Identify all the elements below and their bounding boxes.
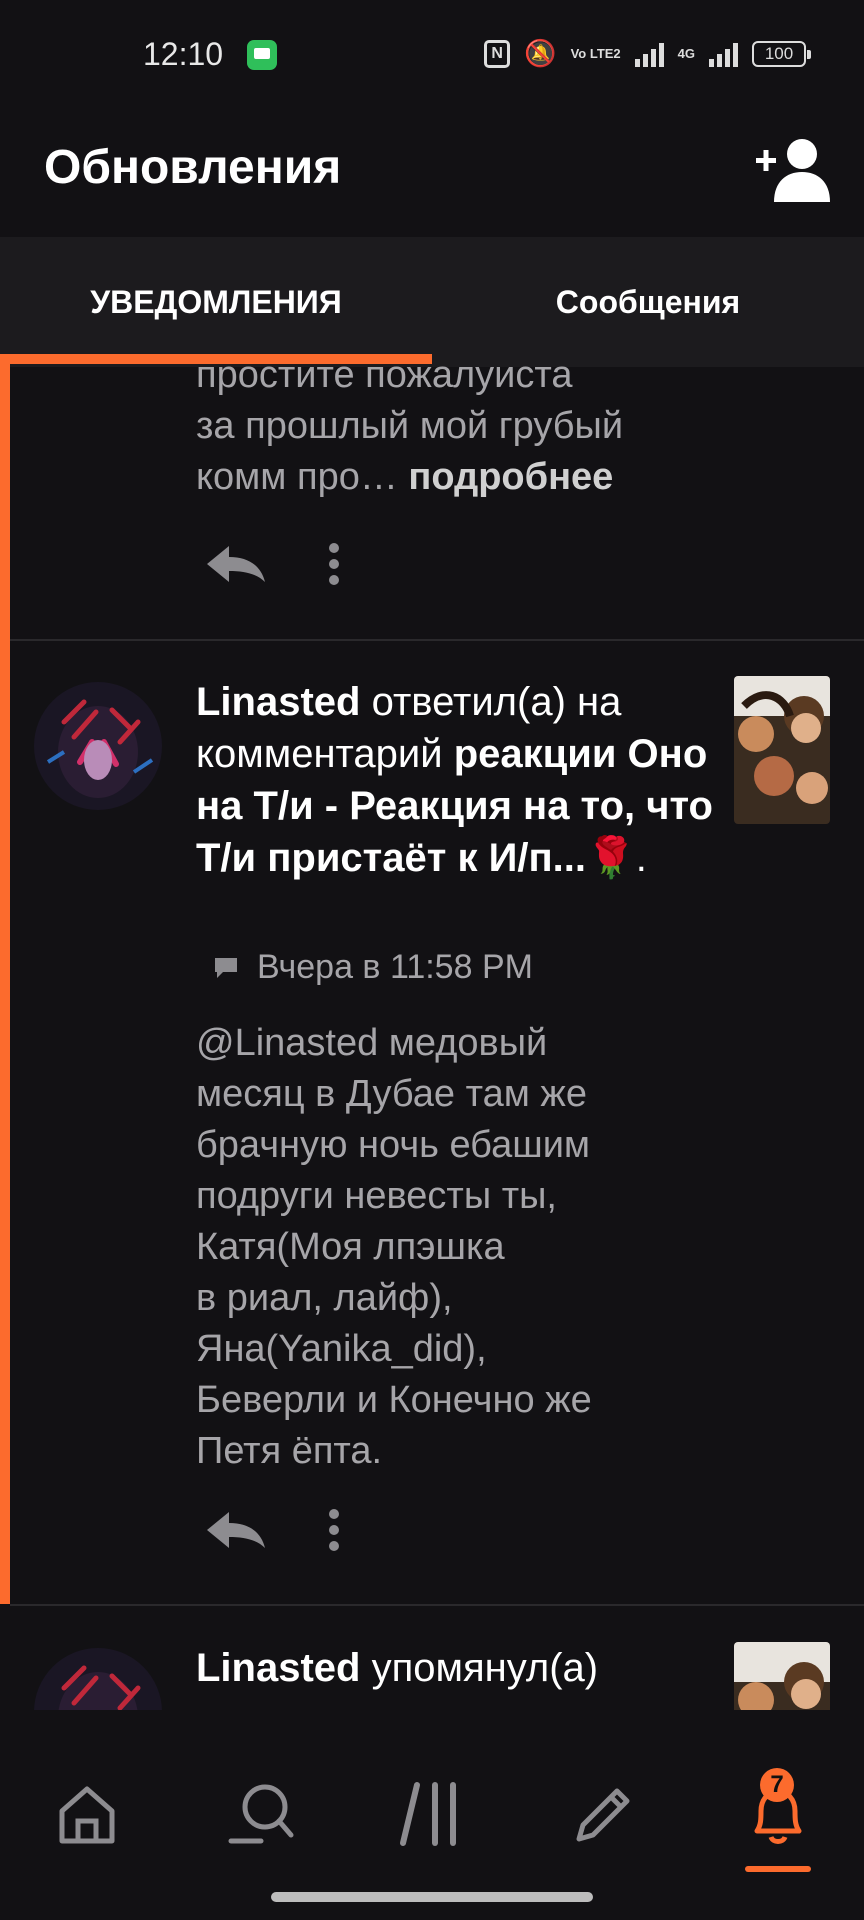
notification-headline[interactable]: Linasted упомянул(а) <box>196 1642 716 1694</box>
action-text: упомянул(а) <box>371 1646 599 1690</box>
app-header: Обновления <box>0 110 864 237</box>
gesture-home-bar[interactable] <box>271 1892 593 1902</box>
battery-icon: 100 <box>752 40 811 67</box>
text-line: за прошлый мой грубый <box>196 405 624 447</box>
divider <box>10 639 864 641</box>
comment-text[interactable]: @Linasted медовый месяц в Дубае там же б… <box>196 1018 592 1477</box>
divider <box>10 1604 864 1606</box>
comment-line: Петя ёпта. <box>196 1430 383 1472</box>
comment-line: подруги невесты ты, <box>196 1175 557 1217</box>
unread-accent-bar <box>0 364 10 1604</box>
comment-line: Яна(Yanika_did), <box>196 1328 487 1370</box>
pencil-icon <box>576 1788 630 1842</box>
search-icon <box>228 1784 294 1844</box>
story-cover-thumbnail[interactable] <box>734 1642 830 1710</box>
item-actions <box>205 542 341 586</box>
text-line: комм про… <box>196 456 398 498</box>
nav-search[interactable] <box>214 1766 310 1862</box>
comment-icon <box>215 957 237 978</box>
avatar[interactable] <box>34 682 162 810</box>
network-type: 4G <box>677 46 695 61</box>
tab-bar: УВЕДОМЛЕНИЯ Сообщения <box>0 237 864 367</box>
nav-library[interactable] <box>384 1766 480 1862</box>
messages-app-icon <box>247 40 277 70</box>
status-icons: N 🔕 Vo LTE2 4G 100 <box>484 38 811 69</box>
nfc-icon: N <box>484 39 511 68</box>
active-nav-indicator <box>745 1866 811 1872</box>
active-tab-indicator <box>0 354 432 364</box>
notification-text: простите пожалуиста за прошлый мой грубы… <box>196 364 623 503</box>
more-options-icon[interactable] <box>327 542 341 586</box>
story-cover-thumbnail[interactable] <box>734 676 830 824</box>
tab-messages[interactable]: Сообщения <box>432 237 864 367</box>
notification-headline[interactable]: Linasted ответил(а) на комментарий реакц… <box>196 676 716 884</box>
comment-line: брачную ночь ебашим <box>196 1124 591 1166</box>
user-name[interactable]: Linasted <box>196 1646 360 1690</box>
comment-line: @Linasted медовый <box>196 1022 548 1064</box>
comment-line: в риал, лайф), <box>196 1277 453 1319</box>
nav-home[interactable] <box>39 1766 135 1862</box>
timestamp-row: Вчера в 11:58 PM <box>213 948 533 987</box>
muted-bell-icon: 🔕 <box>524 38 557 68</box>
period: . <box>635 836 647 880</box>
status-bar: 12:10 N 🔕 Vo LTE2 4G 100 <box>0 0 864 110</box>
notification-feed[interactable]: простите пожалуиста за прошлый мой грубы… <box>0 364 864 1710</box>
timestamp: Вчера в 11:58 PM <box>257 948 533 986</box>
text-line: простите пожалуиста <box>196 364 573 396</box>
home-icon <box>59 1786 115 1844</box>
reply-icon[interactable] <box>205 1510 267 1550</box>
more-options-icon[interactable] <box>327 1508 341 1552</box>
page-title: Обновления <box>44 141 342 194</box>
status-time: 12:10 <box>143 36 224 72</box>
library-icon <box>400 1782 456 1846</box>
tab-notifications[interactable]: УВЕДОМЛЕНИЯ <box>0 237 432 367</box>
comment-line: Беверли и Конечно же <box>196 1379 592 1421</box>
bottom-navigation <box>0 1710 864 1920</box>
signal-icon <box>634 41 664 67</box>
signal-2-icon <box>709 41 738 67</box>
comment-line: Катя(Моя лпэшка <box>196 1226 505 1268</box>
notification-badge: 7 <box>760 1768 794 1802</box>
item-actions <box>205 1508 341 1552</box>
avatar[interactable] <box>34 1648 162 1710</box>
reply-icon[interactable] <box>205 544 267 584</box>
nav-write[interactable] <box>556 1766 652 1862</box>
add-user-icon[interactable] <box>756 134 832 204</box>
comment-line: месяц в Дубае там же <box>196 1073 587 1115</box>
user-name[interactable]: Linasted <box>196 680 360 724</box>
read-more-link[interactable]: подробнее <box>408 456 613 498</box>
volte-icon: Vo LTE2 <box>570 46 621 61</box>
